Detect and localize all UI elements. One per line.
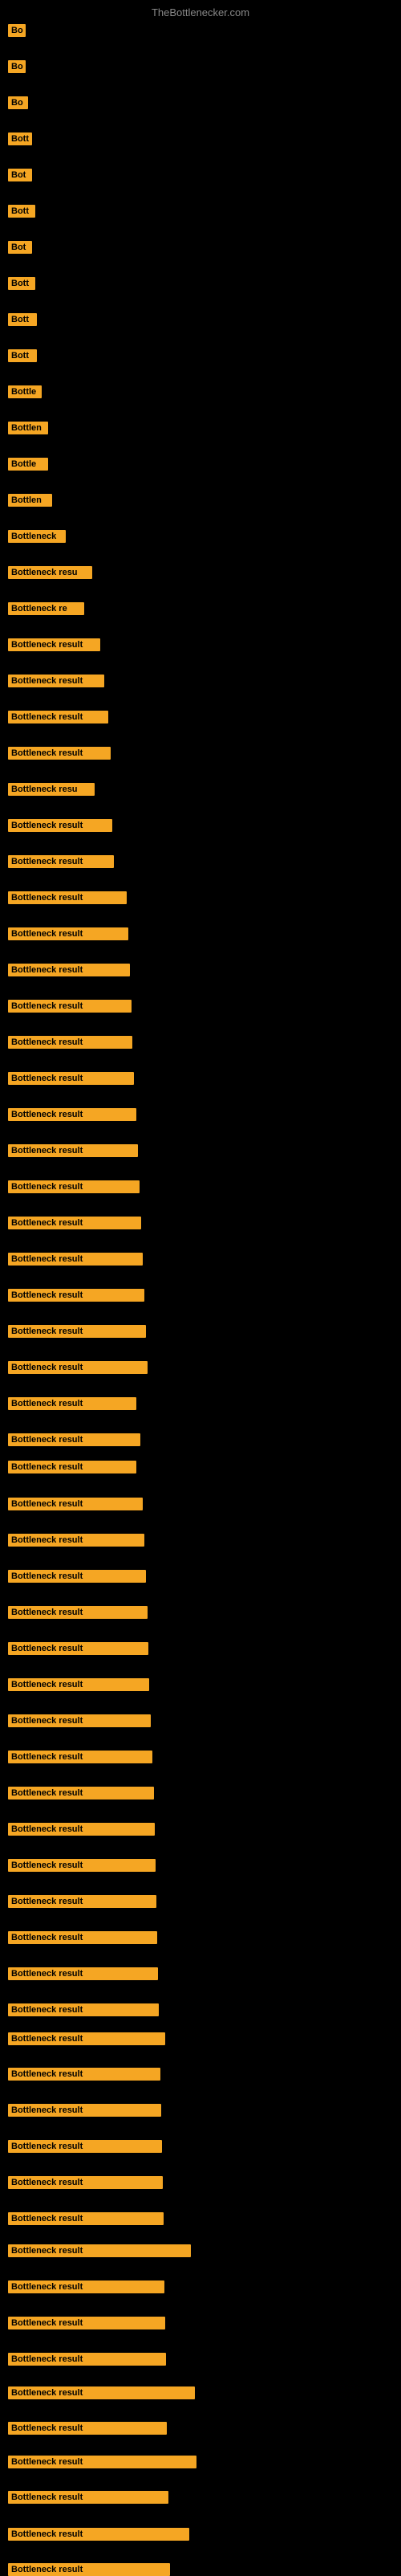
bottleneck-result-item: Bottleneck result: [8, 638, 100, 651]
bottleneck-result-item: Bottle: [8, 385, 42, 398]
bottleneck-result-item: Bottleneck result: [8, 964, 130, 976]
bottleneck-result-item: Bottleneck re: [8, 602, 84, 615]
bottleneck-result-item: Bottleneck result: [8, 1606, 148, 1619]
bottleneck-result-item: Bo: [8, 60, 26, 73]
bottleneck-result-item: Bottleneck result: [8, 1642, 148, 1655]
bottleneck-result-item: Bottleneck result: [8, 2068, 160, 2081]
bottleneck-result-item: Bott: [8, 205, 35, 218]
bottleneck-result-item: Bottleneck result: [8, 1253, 143, 1266]
bottleneck-result-item: Bottleneck result: [8, 1461, 136, 1473]
bottleneck-result-item: Bottleneck result: [8, 1823, 155, 1836]
bottleneck-result-item: Bottleneck result: [8, 1180, 140, 1193]
bottleneck-result-item: Bott: [8, 349, 37, 362]
bottleneck-result-item: Bottleneck result: [8, 1570, 146, 1583]
bottleneck-result-item: Bottleneck result: [8, 2386, 195, 2399]
bottleneck-result-item: Bottleneck result: [8, 2104, 161, 2117]
bottleneck-result-item: Bottleneck result: [8, 2244, 191, 2257]
bottleneck-result-item: Bottleneck result: [8, 1895, 156, 1908]
bottleneck-result-item: Bottleneck result: [8, 891, 127, 904]
bottleneck-result-item: Bottleneck result: [8, 2003, 159, 2016]
bottleneck-result-item: Bottleneck result: [8, 2280, 164, 2293]
bottleneck-result-item: Bottlen: [8, 494, 52, 507]
bottleneck-result-item: Bottleneck result: [8, 2140, 162, 2153]
bottleneck-result-item: Bottleneck result: [8, 1289, 144, 1302]
bottleneck-result-item: Bottleneck result: [8, 1678, 149, 1691]
bottleneck-result-item: Bottleneck result: [8, 1000, 132, 1013]
bottleneck-result-item: Bottleneck result: [8, 1859, 156, 1872]
bottleneck-result-item: Bottleneck result: [8, 1751, 152, 1763]
bottleneck-result-item: Bottleneck result: [8, 2176, 163, 2189]
bottleneck-result-item: Bottleneck result: [8, 2353, 166, 2366]
bottleneck-result-item: Bo: [8, 24, 26, 37]
bottleneck-result-item: Bottleneck result: [8, 2032, 165, 2045]
bottleneck-result-item: Bottleneck result: [8, 1217, 141, 1229]
bottleneck-result-item: Bott: [8, 132, 32, 145]
bottleneck-result-item: Bottleneck resu: [8, 783, 95, 796]
bottleneck-result-item: Bottleneck result: [8, 2563, 170, 2576]
bottleneck-result-item: Bottle: [8, 458, 48, 471]
bottleneck-result-item: Bottleneck result: [8, 2528, 189, 2541]
bottleneck-result-item: Bottleneck result: [8, 1534, 144, 1547]
bottleneck-result-item: Bottleneck result: [8, 2456, 196, 2468]
bottleneck-result-item: Bott: [8, 313, 37, 326]
bottleneck-result-item: Bottleneck result: [8, 2491, 168, 2504]
bottleneck-result-item: Bottleneck result: [8, 1714, 151, 1727]
bottleneck-result-item: Bottleneck result: [8, 927, 128, 940]
bottleneck-result-item: Bot: [8, 241, 32, 254]
bottleneck-result-item: Bottleneck result: [8, 819, 112, 832]
bottleneck-result-item: Bottleneck result: [8, 1397, 136, 1410]
bottleneck-result-item: Bottleneck result: [8, 1325, 146, 1338]
bottleneck-result-item: Bottleneck result: [8, 2317, 165, 2329]
bottleneck-result-item: Bott: [8, 277, 35, 290]
bottleneck-result-item: Bottleneck result: [8, 1931, 157, 1944]
site-title: TheBottlenecker.com: [152, 6, 249, 18]
bottleneck-result-item: Bot: [8, 169, 32, 181]
bottleneck-result-item: Bottleneck: [8, 530, 66, 543]
bottleneck-result-item: Bottleneck result: [8, 1036, 132, 1049]
bottleneck-result-item: Bottleneck result: [8, 1967, 158, 1980]
bottleneck-result-item: Bottleneck result: [8, 855, 114, 868]
bottleneck-result-item: Bottleneck result: [8, 747, 111, 760]
bottleneck-result-item: Bottleneck result: [8, 1361, 148, 1374]
bottleneck-result-item: Bottleneck result: [8, 1072, 134, 1085]
bottleneck-result-item: Bottleneck result: [8, 1433, 140, 1446]
bottleneck-result-item: Bottleneck result: [8, 2422, 167, 2435]
bottleneck-result-item: Bottleneck result: [8, 2212, 164, 2225]
bottleneck-result-item: Bottleneck result: [8, 675, 104, 687]
bottleneck-result-item: Bottleneck result: [8, 1787, 154, 1800]
bottleneck-result-item: Bo: [8, 96, 28, 109]
bottleneck-result-item: Bottlen: [8, 422, 48, 434]
bottleneck-result-item: Bottleneck resu: [8, 566, 92, 579]
bottleneck-result-item: Bottleneck result: [8, 1144, 138, 1157]
bottleneck-result-item: Bottleneck result: [8, 1498, 143, 1510]
bottleneck-result-item: Bottleneck result: [8, 1108, 136, 1121]
bottleneck-result-item: Bottleneck result: [8, 711, 108, 723]
